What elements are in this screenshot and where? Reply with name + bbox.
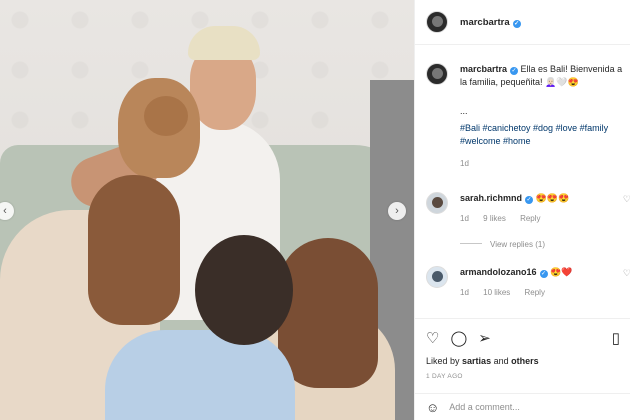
verified-badge-icon: ✓ <box>525 196 534 204</box>
comment-time: 1d <box>460 214 469 223</box>
verified-badge-icon: ✓ <box>510 67 519 75</box>
bookmark-icon[interactable]: ▯ <box>612 329 620 347</box>
header-username[interactable]: marcbartra ✓ <box>460 17 521 28</box>
post-timestamp: 1 DAY AGO <box>426 373 463 380</box>
comment-text: 😍❤️ <box>550 267 573 277</box>
liked-by: Liked by sartias and others <box>426 356 620 366</box>
girl-left-hair <box>88 175 180 325</box>
heart-icon[interactable]: ♡ <box>426 329 439 347</box>
avatar[interactable] <box>426 63 448 85</box>
caption-time: 1d <box>460 159 469 168</box>
comment-likes[interactable]: 9 likes <box>483 214 506 223</box>
comment-username[interactable]: sarah.richmnd <box>460 193 522 203</box>
boy-head <box>195 235 293 345</box>
action-icons: ♡ ◯ ➢ ▯ <box>426 328 620 348</box>
comment-time: 1d <box>460 288 469 297</box>
liked-by-and: and <box>493 356 509 366</box>
verified-badge-icon: ✓ <box>539 270 548 278</box>
view-replies-button[interactable]: View replies (1) <box>460 240 545 249</box>
caption-username[interactable]: marcbartra <box>460 64 507 74</box>
caption-hashtags[interactable]: #Bali #canichetoy #dog #love #family #we… <box>460 122 630 147</box>
avatar[interactable] <box>426 11 448 33</box>
liked-by-prefix: Liked by <box>426 356 460 366</box>
man-hair <box>188 26 260 60</box>
avatar[interactable] <box>426 266 448 288</box>
post-actions: ♡ ◯ ➢ ▯ Liked by sartias and others 1 DA… <box>415 318 630 380</box>
paper-plane-icon[interactable]: ➢ <box>478 329 491 347</box>
heart-icon[interactable]: ♡ <box>623 194 630 205</box>
comment-meta: 1d 10 likes Reply <box>460 288 630 297</box>
liked-by-user[interactable]: sartias <box>462 356 491 366</box>
comment-input[interactable] <box>449 402 600 412</box>
comment-likes[interactable]: 10 likes <box>483 288 510 297</box>
comment-username[interactable]: armandolozano16 <box>460 267 537 277</box>
liked-by-others[interactable]: others <box>511 356 539 366</box>
add-comment-bar: ☺ <box>415 393 630 420</box>
chevron-right-icon[interactable]: › <box>388 202 406 220</box>
comment-body: sarah.richmnd ✓ 😍😍😍 <box>460 192 630 204</box>
post-caption: marcbartra ✓ Ella es Bali! Bienvenida a l… <box>426 63 624 168</box>
heart-icon[interactable]: ♡ <box>623 268 630 279</box>
reply-button[interactable]: Reply <box>520 214 540 223</box>
comment-item: armandolozano16 ✓ 😍❤️ 1d 10 likes Reply ♡ <box>426 266 630 297</box>
comment-meta: 1d 9 likes Reply <box>460 214 630 223</box>
avatar[interactable] <box>426 192 448 214</box>
caption-dots: ... <box>460 106 468 116</box>
puppy-face <box>144 96 188 136</box>
post-header: marcbartra ✓ <box>415 0 630 45</box>
comment-item: sarah.richmnd ✓ 😍😍😍 1d 9 likes Reply ♡ <box>426 192 630 223</box>
verified-badge-icon: ✓ <box>512 19 521 28</box>
comment-body: armandolozano16 ✓ 😍❤️ <box>460 266 630 278</box>
reply-button[interactable]: Reply <box>525 288 545 297</box>
boy-shirt <box>105 330 295 420</box>
smiley-icon[interactable]: ☺ <box>426 400 439 415</box>
post-photo[interactable]: ‹ › <box>0 0 414 420</box>
post-side-panel: marcbartra ✓ marcbartra ✓ Ella es Bali! Bi… <box>414 0 630 420</box>
comment-icon[interactable]: ◯ <box>450 329 467 347</box>
comment-text: 😍😍😍 <box>535 193 570 203</box>
caption-text: marcbartra ✓ Ella es Bali! Bienvenida a l… <box>460 63 624 88</box>
girl-right-hair <box>278 238 378 388</box>
